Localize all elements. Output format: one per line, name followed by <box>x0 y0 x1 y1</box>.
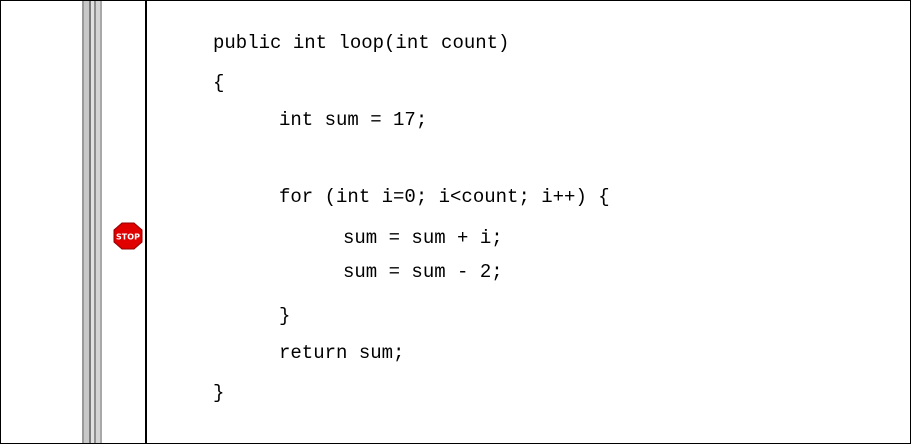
code-line-3: int sum = 17; <box>279 109 428 131</box>
editor-gutter-bars <box>79 1 109 443</box>
code-line-9: return sum; <box>279 342 405 364</box>
code-line-7: sum = sum - 2; <box>343 261 503 283</box>
code-line-6: sum = sum + i; <box>343 227 503 249</box>
code-line-8: } <box>279 305 291 327</box>
stop-sign-label: STOP <box>116 233 140 242</box>
code-line-10: } <box>213 382 225 404</box>
code-area[interactable]: public int loop(int count) { int sum = 1… <box>147 1 910 443</box>
code-line-1: public int loop(int count) <box>213 32 510 54</box>
stop-sign-icon[interactable]: STOP <box>113 222 143 250</box>
code-line-2: { <box>213 72 225 94</box>
code-line-5: for (int i=0; i<count; i++) { <box>279 186 610 208</box>
code-editor: STOP public int loop(int count) { int su… <box>0 0 911 444</box>
